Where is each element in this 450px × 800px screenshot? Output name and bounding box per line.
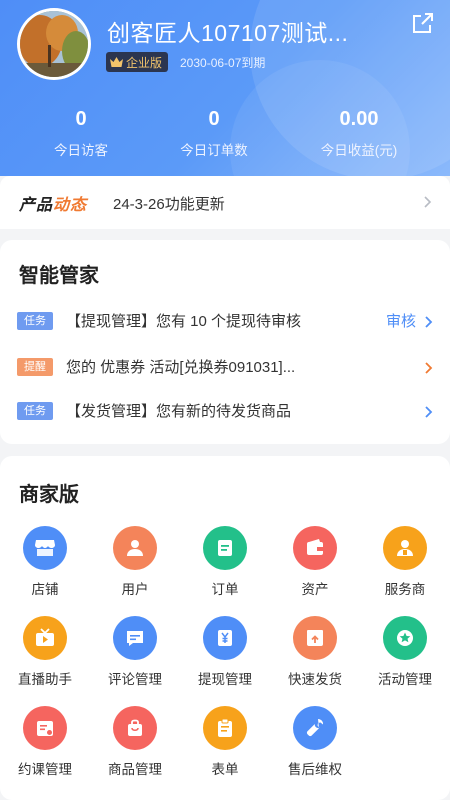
grid-item-withdraw[interactable]: 提现管理 bbox=[180, 616, 270, 688]
chevron-right-icon bbox=[425, 316, 433, 328]
grid-item-comments[interactable]: 评论管理 bbox=[90, 616, 180, 688]
grid-label: 评论管理 bbox=[108, 672, 162, 687]
grid-label: 快速发货 bbox=[288, 672, 342, 687]
grid-item-user[interactable]: 用户 bbox=[90, 526, 180, 598]
store-icon bbox=[23, 526, 67, 570]
expire-date: 2030-06-07到期 bbox=[180, 56, 266, 70]
crown-icon bbox=[110, 56, 123, 67]
grid-item-assets[interactable]: 资产 bbox=[270, 526, 360, 598]
product-news-text: 24-3-26功能更新 bbox=[113, 196, 225, 213]
stat-value: 0.00 bbox=[339, 108, 379, 130]
task-text: 您的 优惠券 活动[兑换券091031]... bbox=[66, 359, 296, 376]
wrench-icon bbox=[293, 706, 337, 750]
comment-icon bbox=[113, 616, 157, 660]
store-avatar[interactable] bbox=[17, 8, 91, 80]
stat-label: 今日访客 bbox=[54, 143, 108, 158]
task-row-withdraw[interactable]: 任务 【提现管理】您有 10 个提现待审核 审核 bbox=[0, 306, 450, 336]
chevron-right-icon bbox=[424, 196, 432, 208]
grid-label: 售后维权 bbox=[288, 762, 342, 777]
grid-item-activity[interactable]: 活动管理 bbox=[360, 616, 450, 688]
store-header: 创客匠人107107测试... 企业版 2030-06-07到期 0 今日访客 … bbox=[0, 0, 450, 176]
stat-orders[interactable]: 0 今日订单数 bbox=[139, 108, 289, 159]
grid-label: 订单 bbox=[211, 582, 239, 597]
withdraw-icon bbox=[203, 616, 247, 660]
grid-label: 约课管理 bbox=[18, 762, 72, 777]
smart-assistant-title: 智能管家 bbox=[19, 265, 99, 287]
product-news-logo: 产品动态 bbox=[19, 197, 88, 214]
store-name: 创客匠人107107测试... bbox=[107, 20, 349, 46]
form-icon bbox=[203, 706, 247, 750]
reminder-tag: 提醒 bbox=[17, 358, 53, 376]
grid-label: 活动管理 bbox=[378, 672, 432, 687]
user-icon bbox=[113, 526, 157, 570]
merchant-title: 商家版 bbox=[19, 484, 79, 506]
grid-label: 提现管理 bbox=[198, 672, 252, 687]
stat-revenue[interactable]: 0.00 今日收益(元) bbox=[284, 108, 434, 159]
grid-label: 商品管理 bbox=[108, 762, 162, 777]
activity-star-icon bbox=[383, 616, 427, 660]
task-tag: 任务 bbox=[17, 402, 53, 420]
service-provider-icon bbox=[383, 526, 427, 570]
ship-box-icon bbox=[293, 616, 337, 660]
grid-label: 直播助手 bbox=[18, 672, 72, 687]
task-row-shipping[interactable]: 任务 【发货管理】您有新的待发货商品 bbox=[0, 396, 450, 426]
grid-label: 资产 bbox=[301, 582, 329, 597]
grid-label: 用户 bbox=[121, 582, 149, 597]
grid-item-forms[interactable]: 表单 bbox=[180, 706, 270, 778]
task-tag: 任务 bbox=[17, 312, 53, 330]
stat-value: 0 bbox=[75, 108, 87, 130]
shopping-bag-icon bbox=[113, 706, 157, 750]
wallet-icon bbox=[293, 526, 337, 570]
task-text: 【发货管理】您有新的待发货商品 bbox=[66, 403, 292, 420]
grid-item-course-booking[interactable]: 约课管理 bbox=[0, 706, 90, 778]
stat-visitors[interactable]: 0 今日访客 bbox=[6, 108, 156, 159]
grid-label: 店铺 bbox=[31, 582, 59, 597]
stat-label: 今日收益(元) bbox=[320, 143, 398, 158]
stat-label: 今日订单数 bbox=[180, 143, 248, 158]
order-icon bbox=[203, 526, 247, 570]
share-icon[interactable] bbox=[410, 10, 436, 36]
grid-item-live-assistant[interactable]: 直播助手 bbox=[0, 616, 90, 688]
grid-item-after-sales[interactable]: 售后维权 bbox=[270, 706, 360, 778]
grid-item-store[interactable]: 店铺 bbox=[0, 526, 90, 598]
grid-label: 服务商 bbox=[384, 582, 426, 597]
grid-item-service-provider[interactable]: 服务商 bbox=[360, 526, 450, 598]
smart-assistant-card: 智能管家 任务 【提现管理】您有 10 个提现待审核 审核 提醒 您的 优惠券 … bbox=[0, 240, 450, 444]
stat-value: 0 bbox=[208, 108, 220, 130]
chevron-right-icon bbox=[425, 406, 433, 418]
grid-item-order[interactable]: 订单 bbox=[180, 526, 270, 598]
grid-label: 表单 bbox=[211, 762, 239, 777]
merchant-card: 商家版 店铺 用户 订单 资产 服务商 直播助手 评论管理 提现管理 快速发货 … bbox=[0, 456, 450, 800]
task-text: 【提现管理】您有 10 个提现待审核 bbox=[66, 313, 302, 330]
chevron-right-icon bbox=[425, 362, 433, 374]
grid-item-products[interactable]: 商品管理 bbox=[90, 706, 180, 778]
live-tv-icon bbox=[23, 616, 67, 660]
audit-link[interactable]: 审核 bbox=[386, 310, 416, 331]
enterprise-badge: 企业版 bbox=[106, 52, 169, 72]
grid-item-quick-ship[interactable]: 快速发货 bbox=[270, 616, 360, 688]
product-news-bar[interactable]: 产品动态 24-3-26功能更新 bbox=[0, 176, 450, 229]
task-row-coupon[interactable]: 提醒 您的 优惠券 活动[兑换券091031]... bbox=[0, 352, 450, 382]
badge-label: 企业版 bbox=[126, 55, 163, 70]
calendar-icon bbox=[23, 706, 67, 750]
